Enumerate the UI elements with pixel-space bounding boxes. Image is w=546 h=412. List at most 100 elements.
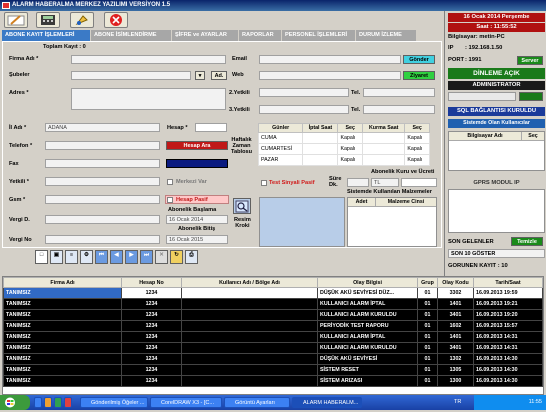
status-cell[interactable]: Kapalı [404, 143, 430, 155]
events-grid[interactable]: Firma Adı Hesap No Kullanıcı Adı / Bölge… [2, 276, 544, 395]
table-row[interactable]: TANIMSIZ 1234 PERİYODİK TEST RAPORU 01 1… [3, 320, 543, 332]
refresh-icon[interactable]: ↻ [170, 250, 183, 264]
table-row[interactable]: TANIMSIZ 1234 DÜŞÜK AKÜ SEVİYESİ DÜZ... … [3, 287, 543, 299]
sure-input[interactable] [347, 178, 369, 187]
firma-input[interactable] [71, 55, 226, 64]
tel3-input[interactable] [363, 105, 435, 114]
status-cell[interactable]: Kapalı [337, 154, 364, 166]
olay-cell: KULLANICI ALARM KURULDU [317, 309, 418, 321]
time-cell[interactable] [302, 132, 339, 144]
schedule-row[interactable]: CUMARTESİ Kapalı Kapalı [257, 143, 430, 155]
hesap-ara-button[interactable]: Hesap Ara [166, 141, 228, 150]
tab-sifre-ayarlar[interactable]: ŞİFRE ve AYARLAR [172, 30, 238, 41]
fax-input[interactable] [45, 159, 160, 168]
table-row[interactable]: TANIMSIZ 1234 DÜŞÜK AKÜ SEVİYESİ 01 1302… [3, 353, 543, 365]
email-input[interactable] [259, 55, 401, 64]
online-users-table[interactable]: Bilgisayar Adı Seç [448, 131, 545, 171]
login-button[interactable] [519, 92, 543, 101]
status-cell[interactable]: Kapalı [404, 154, 430, 166]
table-row[interactable]: TANIMSIZ 1234 KULLANICI ALARM İPTAL 01 1… [3, 298, 543, 310]
time-cell[interactable] [302, 154, 339, 166]
sube-select[interactable] [71, 71, 191, 80]
settings-icon[interactable]: ⚙ [80, 250, 93, 264]
prev-record-icon[interactable]: ◀ [110, 250, 123, 264]
tab-abone-kayit[interactable]: ABONE KAYIT İŞLEMLERİ [2, 30, 90, 41]
tab-abone-isimlendirme[interactable]: ABONE İSİMLENDİRME [91, 30, 171, 41]
ucret-input[interactable] [401, 178, 437, 187]
status-cell[interactable]: Kapalı [337, 143, 364, 155]
table-row[interactable]: TANIMSIZ 1234 KULLANICI ALARM KURULDU 01… [3, 309, 543, 321]
kroki-image-area[interactable] [259, 197, 345, 247]
print-icon[interactable]: ⎙ [185, 250, 198, 264]
app-icon[interactable] [64, 397, 72, 408]
paint-icon[interactable] [70, 12, 94, 28]
last-record-icon[interactable]: ⏭ [140, 250, 153, 264]
calculator-icon[interactable] [36, 12, 60, 28]
search-image-icon[interactable] [233, 198, 251, 214]
chevron-down-icon[interactable]: ▾ [195, 71, 205, 80]
yetkili2-input[interactable] [259, 88, 349, 97]
status-cell[interactable]: Kapalı [337, 132, 364, 144]
adres-input[interactable] [71, 88, 226, 110]
telefon-input[interactable] [45, 141, 160, 150]
tl-select[interactable]: TL [371, 178, 399, 187]
password-input[interactable] [448, 92, 516, 101]
ad-button[interactable]: Ad. [211, 71, 227, 80]
tab-durum-izleme[interactable]: DURUM İZLEME [356, 30, 416, 41]
time-cell[interactable] [362, 154, 406, 166]
server-button[interactable]: Server [517, 56, 543, 65]
gonder-button[interactable]: Gönder [403, 55, 435, 64]
gprs-list[interactable] [448, 189, 545, 233]
tab-personel[interactable]: PERSONEL İŞLEMLERİ [282, 30, 355, 41]
malzeme-table[interactable]: Adet Malzeme Cinsi [347, 197, 437, 247]
weekly-schedule-table[interactable]: Günler İptal Saat Seç Kurma Saat Seç CUM… [257, 123, 430, 166]
web-input[interactable] [259, 71, 401, 80]
test-sinyali-checkbox[interactable] [261, 180, 267, 186]
schedule-row[interactable]: CUMA Kapalı Kapalı [257, 132, 430, 144]
delete-icon[interactable]: ✕ [155, 250, 168, 264]
taskbar-item-alarm[interactable]: ALARM HABERALM... [292, 397, 362, 408]
list-icon[interactable]: ≡ [65, 250, 78, 264]
table-row[interactable]: TANIMSIZ 1234 SİSTEM ARIZASI 01 1300 16.… [3, 375, 543, 387]
temizle-button[interactable]: Temizle [511, 237, 543, 246]
taskbar-item-coreldraw[interactable]: CorelDRAW X3 - [C... [150, 397, 222, 408]
language-indicator[interactable]: TR [454, 399, 461, 405]
ziyaret-button[interactable]: Ziyaret [403, 71, 435, 80]
son10-select[interactable]: SON 10 GÖSTER [448, 249, 545, 258]
time-cell[interactable] [362, 143, 406, 155]
table-row[interactable]: TANIMSIZ 1234 KULLANICI ALARM KURULDU 01… [3, 342, 543, 354]
time-cell[interactable] [362, 132, 406, 144]
taskbar-item-display[interactable]: Görüntü Ayarları [224, 397, 290, 408]
schedule-row[interactable]: PAZAR Kapalı Kapalı [257, 154, 430, 166]
new-record-icon[interactable]: □ [35, 250, 48, 264]
ie-icon[interactable] [34, 397, 42, 408]
merkezi-var-checkbox[interactable] [167, 179, 173, 185]
edit-icon[interactable] [4, 12, 28, 28]
first-record-icon[interactable]: ⏮ [95, 250, 108, 264]
save-icon[interactable]: ▣ [50, 250, 63, 264]
gsm-input[interactable] [45, 195, 160, 204]
taskbar-item-mail[interactable]: Gönderilmiş Öğeler ... [80, 397, 148, 408]
start-button[interactable] [0, 395, 30, 410]
tab-raporlar[interactable]: RAPORLAR [239, 30, 281, 41]
media-icon[interactable] [54, 397, 62, 408]
next-record-icon[interactable]: ▶ [125, 250, 138, 264]
start-date-picker[interactable]: 16 Ocak 2014 [166, 215, 228, 224]
vergi-no-input[interactable] [45, 235, 160, 244]
yetkili-input[interactable] [45, 177, 160, 186]
table-row[interactable]: TANIMSIZ 1234 SİSTEM RESET 01 1305 16.09… [3, 364, 543, 376]
color-swatch[interactable] [166, 159, 228, 168]
il-select[interactable]: ADANA [45, 123, 160, 132]
time-cell[interactable] [302, 143, 339, 155]
explorer-icon[interactable] [44, 397, 52, 408]
vergi-d-input[interactable] [45, 215, 160, 224]
tel2-input[interactable] [363, 88, 435, 97]
hesap-input[interactable] [195, 123, 227, 132]
hesap-pasif-checkbox[interactable] [167, 197, 173, 203]
status-cell[interactable]: Kapalı [404, 132, 430, 144]
yetkili3-input[interactable] [259, 105, 349, 114]
clock[interactable]: 11:55 [529, 399, 542, 405]
close-icon[interactable] [104, 12, 128, 28]
table-row[interactable]: TANIMSIZ 1234 KULLANICI ALARM İPTAL 01 1… [3, 331, 543, 343]
end-date-picker[interactable]: 16 Ocak 2015 [166, 235, 228, 244]
